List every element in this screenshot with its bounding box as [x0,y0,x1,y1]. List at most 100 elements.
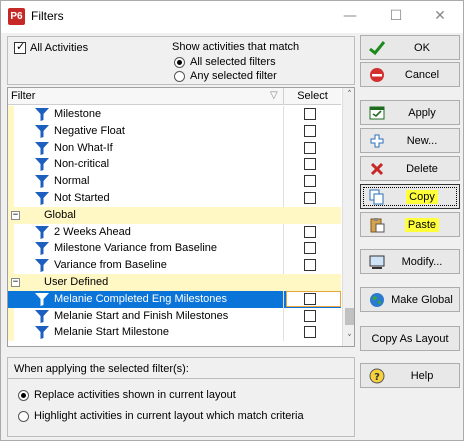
select-checkbox[interactable] [304,141,316,154]
filter-row[interactable]: Non What-If [8,139,341,157]
maximize-button[interactable]: ☐ [373,1,419,33]
ok-label: OK [414,42,430,54]
filter-grid: Filter ▽ Select Milestone Negative Float N… [7,87,355,347]
make-global-label: Make Global [391,294,453,306]
filter-row[interactable]: Not Started [8,189,341,207]
top-options-panel: All Activities Show activities that matc… [7,36,355,85]
modify-button[interactable]: Modify... [360,249,460,274]
window-title: Filters [31,9,64,23]
delete-x-icon [370,162,384,176]
help-icon: ? [369,368,385,384]
paste-button[interactable]: Paste [360,212,460,237]
filter-label: Normal [54,175,90,188]
svg-text:?: ? [374,372,380,383]
title-bar: P6 Filters — ☐ ✕ [1,1,463,33]
filter-label: Non-critical [54,158,110,171]
globe-icon [370,293,384,307]
column-header-select[interactable]: Select [284,90,341,102]
scroll-up-icon[interactable]: ˄ [343,88,354,102]
filter-funnel-icon [35,175,49,189]
scroll-down-icon[interactable]: ˅ [343,332,354,346]
grid-header: Filter ▽ Select [8,88,341,105]
apply-options-panel: When applying the selected filter(s): Re… [7,357,355,437]
group-row[interactable]: − Global [8,206,341,224]
delete-button[interactable]: Delete [360,156,460,181]
filter-rows: Milestone Negative Float Non What-If Non-cr… [8,106,341,342]
delete-label: Delete [406,163,438,175]
modify-label: Modify... [401,256,443,268]
copy-button[interactable]: Copy [360,184,460,209]
apply-icon [369,106,385,120]
filter-funnel-icon [35,309,49,323]
filter-row[interactable]: Melanie Start Milestone [8,324,341,342]
p6-app-icon: P6 [8,8,25,25]
minimize-button[interactable]: — [327,1,373,33]
filter-row[interactable]: Melanie Completed Eng Milestones [8,290,341,308]
highlight-activities-label: Highlight activities in current layout w… [34,410,304,422]
any-selected-filter-radio[interactable] [174,71,185,82]
filter-funnel-icon [35,259,49,273]
column-filter-icon[interactable]: ▽ [270,90,278,101]
filter-label: Melanie Start and Finish Milestones [54,309,229,322]
filter-label: Milestone Variance from Baseline [54,242,218,255]
apply-button[interactable]: Apply [360,100,460,125]
filter-funnel-icon [35,124,49,138]
select-checkbox[interactable] [304,242,316,255]
all-selected-filters-radio[interactable] [174,57,185,68]
filter-row[interactable]: Milestone [8,106,341,123]
select-checkbox[interactable] [304,326,316,339]
filter-row[interactable]: Normal [8,173,341,190]
filter-row[interactable]: Milestone Variance from Baseline [8,240,341,258]
grid-scrollbar[interactable]: ˄ ˅ [342,88,354,346]
collapse-toggle-icon[interactable]: − [11,210,20,220]
cancel-icon [370,68,384,82]
filter-funnel-icon [35,191,49,205]
select-checkbox[interactable] [304,124,316,137]
all-activities-checkbox[interactable] [14,40,26,54]
select-checkbox[interactable] [304,191,316,204]
scroll-thumb[interactable] [345,308,354,325]
copy-icon [369,189,384,205]
filter-label: Melanie Start Milestone [54,326,169,339]
highlight-activities-radio[interactable] [18,411,29,422]
ok-button[interactable]: OK [360,35,460,60]
copy-as-layout-label: Copy As Layout [371,333,449,345]
select-checkbox[interactable] [304,309,316,322]
copy-label: Copy [406,190,438,204]
collapse-toggle-icon[interactable]: − [11,277,20,287]
filter-row[interactable]: 2 Weeks Ahead [8,223,341,241]
select-checkbox[interactable] [304,108,316,120]
filter-label: Negative Float [54,124,125,137]
all-selected-filters-label: All selected filters [190,56,276,68]
paste-icon [370,218,385,233]
new-label: New... [406,135,438,147]
new-button[interactable]: New... [360,128,460,153]
filter-row[interactable]: Negative Float [8,122,341,140]
close-button[interactable]: ✕ [417,1,463,33]
filter-label: Not Started [54,191,110,204]
group-label: User Defined [44,275,109,288]
filter-row[interactable]: Variance from Baseline [8,257,341,274]
select-checkbox[interactable] [304,175,316,188]
select-checkbox[interactable] [304,158,316,171]
filter-label: Milestone [54,108,102,120]
filter-label: Melanie Completed Eng Milestones [54,292,228,305]
filter-row[interactable]: Non-critical [8,156,341,174]
filters-dialog: P6 Filters — ☐ ✕ All Activities Show act… [0,0,464,441]
help-label: Help [410,370,434,382]
filter-funnel-icon [35,292,49,306]
replace-activities-radio[interactable] [18,390,29,401]
select-checkbox[interactable] [304,225,316,238]
apply-options-heading: When applying the selected filter(s): [14,363,189,375]
column-header-filter[interactable]: Filter [11,90,35,102]
group-row[interactable]: − User Defined [8,273,341,291]
copy-as-layout-button[interactable]: Copy As Layout [360,326,460,351]
any-selected-filter-label: Any selected filter [190,70,277,82]
make-global-button[interactable]: Make Global [360,287,460,312]
group-label: Global [44,208,76,221]
cancel-button[interactable]: Cancel [360,62,460,87]
help-button[interactable]: ? Help [360,363,460,388]
select-checkbox[interactable] [304,292,316,305]
select-checkbox[interactable] [304,259,316,272]
filter-row[interactable]: Melanie Start and Finish Milestones [8,307,341,325]
